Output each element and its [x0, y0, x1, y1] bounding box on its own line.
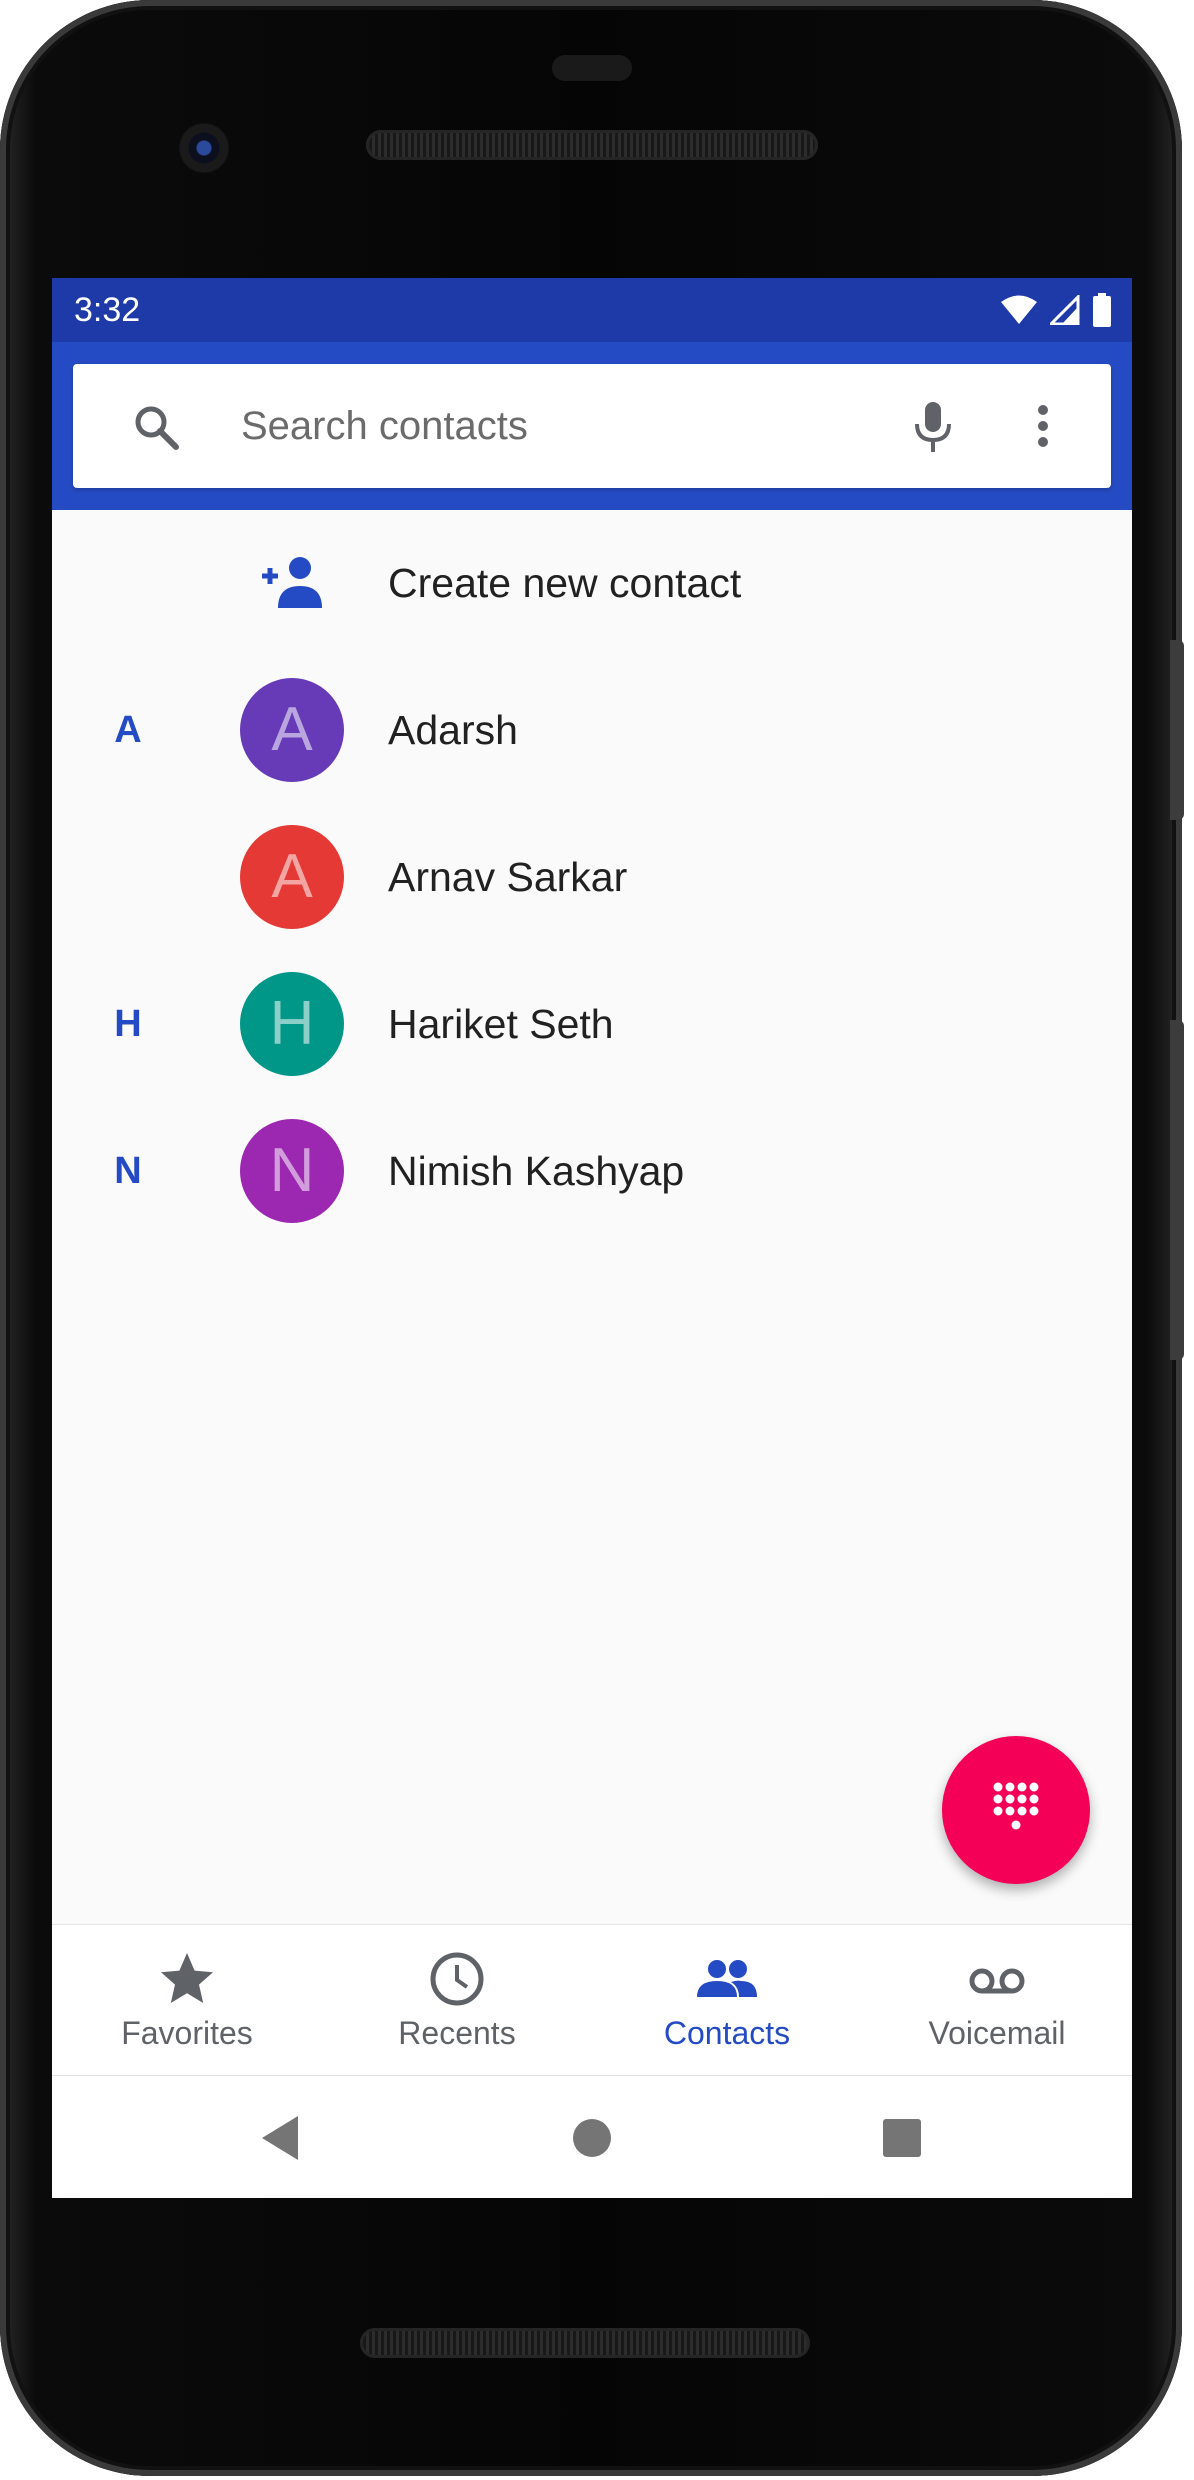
more-vert-icon[interactable]	[1023, 396, 1063, 456]
section-header-letter: H	[114, 1003, 142, 1045]
voicemail-icon	[969, 1968, 1025, 1994]
status-icons	[1000, 292, 1112, 328]
section-header-letter: N	[114, 1150, 142, 1192]
person-add-icon	[262, 557, 322, 608]
section-header-letter	[108, 804, 148, 951]
recents-square-icon[interactable]	[872, 2108, 932, 2168]
contact-row[interactable]: A Arnav Sarkar	[52, 804, 1132, 951]
contact-name: Adarsh	[388, 707, 518, 753]
search-bar[interactable]: Search contacts	[73, 364, 1111, 488]
avatar: A	[240, 825, 344, 929]
tab-voicemail-label: Voicemail	[928, 2015, 1066, 2051]
phone-frame: 3:32 Search contacts Create new contact …	[0, 0, 1184, 2476]
tab-favorites-label: Favorites	[121, 2015, 253, 2051]
contact-name: Nimish Kashyap	[388, 1148, 685, 1194]
tab-recents[interactable]: Recents	[322, 1925, 592, 2075]
dialpad-fab-button[interactable]	[942, 1736, 1090, 1884]
bottom-speaker-grille	[360, 2328, 810, 2358]
star-icon	[161, 1953, 213, 2003]
status-time: 3:32	[74, 291, 141, 329]
dialpad-icon	[993, 1782, 1039, 1830]
section-header-letter: A	[114, 709, 142, 751]
search-icon[interactable]	[131, 402, 181, 452]
mic-icon[interactable]	[903, 396, 963, 456]
power-button	[1170, 640, 1184, 820]
avatar: A	[240, 678, 344, 782]
status-bar: 3:32	[52, 278, 1132, 342]
contact-name: Arnav Sarkar	[388, 854, 628, 900]
search-input[interactable]: Search contacts	[241, 364, 528, 488]
battery-icon	[1093, 293, 1111, 327]
tab-recents-label: Recents	[398, 2015, 516, 2051]
create-new-contact-row[interactable]: Create new contact	[52, 510, 1132, 657]
contact-name: Hariket Seth	[388, 1001, 614, 1047]
volume-button	[1170, 1020, 1184, 1360]
home-icon[interactable]	[562, 2108, 622, 2168]
app-bar: Search contacts	[52, 342, 1132, 510]
signal-icon	[1050, 295, 1080, 325]
tab-favorites[interactable]: Favorites	[52, 1925, 322, 2075]
wifi-icon	[1001, 295, 1037, 324]
tab-contacts[interactable]: Contacts	[592, 1925, 862, 2075]
clock-icon	[430, 1952, 484, 2006]
avatar: N	[240, 1119, 344, 1223]
create-new-contact-label: Create new contact	[388, 560, 742, 606]
system-navigation-bar	[52, 2076, 1132, 2198]
people-icon	[697, 1960, 757, 1997]
proximity-sensor	[552, 55, 632, 81]
contact-row[interactable]: N N Nimish Kashyap	[52, 1098, 1132, 1245]
screen: 3:32 Search contacts Create new contact …	[52, 278, 1132, 2198]
bottom-navigation: Favorites Recents Contacts Voicemail	[52, 1924, 1132, 2077]
tab-contacts-label: Contacts	[663, 2015, 791, 2051]
avatar: H	[240, 972, 344, 1076]
contact-row[interactable]: H H Hariket Seth	[52, 951, 1132, 1098]
tab-voicemail[interactable]: Voicemail	[862, 1925, 1132, 2075]
contact-row[interactable]: A A Adarsh	[52, 657, 1132, 804]
front-camera	[178, 122, 230, 174]
back-icon[interactable]	[252, 2108, 312, 2168]
top-speaker-grille	[366, 130, 818, 160]
